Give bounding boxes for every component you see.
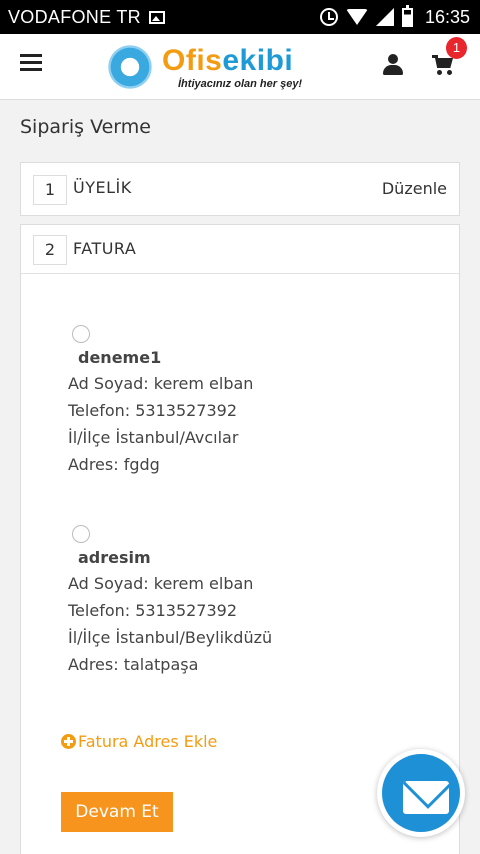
status-bar: VODAFONE TR 16:35 [0, 0, 480, 34]
logo-mark-icon [104, 44, 156, 90]
address-city: İl/İlçe İstanbul/Avcılar [68, 428, 239, 447]
plus-circle-icon [61, 734, 76, 749]
address-phone: Telefon: 5313527392 [68, 401, 238, 420]
address-city: İl/İlçe İstanbul/Beylikdüzü [68, 628, 273, 647]
menu-icon[interactable] [20, 54, 42, 72]
address-full-name: Ad Soyad: kerem elban [68, 374, 254, 393]
address-option[interactable]: adresim Ad Soyad: kerem elban Telefon: 5… [68, 525, 428, 675]
brand-logo[interactable]: Ofisekibi İhtiyacınız olan her şey! [104, 42, 324, 94]
alarm-icon [319, 8, 338, 26]
mail-button[interactable] [377, 749, 465, 837]
user-icon[interactable] [382, 54, 404, 76]
step-number: 1 [33, 175, 67, 205]
address-name: deneme1 [78, 348, 162, 367]
address-detail: Adres: fgdg [68, 455, 160, 474]
status-time: 16:35 [424, 6, 470, 27]
address-radio[interactable] [72, 525, 90, 543]
add-address-label: Fatura Adres Ekle [78, 732, 218, 751]
carrier-name: VODAFONE TR [8, 6, 141, 27]
address-detail: Adres: talatpaşa [68, 655, 199, 674]
cart-count-badge: 1 [446, 37, 467, 59]
step-label: ÜYELİK [73, 178, 132, 197]
address-radio[interactable] [72, 325, 90, 343]
divider [21, 273, 459, 274]
step-membership: 1 ÜYELİK Düzenle [20, 162, 460, 216]
address-option[interactable]: deneme1 Ad Soyad: kerem elban Telefon: 5… [68, 325, 428, 475]
image-notification-icon [148, 10, 165, 24]
address-full-name: Ad Soyad: kerem elban [68, 574, 254, 593]
app-header: Ofisekibi İhtiyacınız olan her şey! [0, 34, 480, 100]
signal-icon [375, 8, 394, 26]
logo-text: Ofisekibi [162, 44, 294, 77]
logo-tagline: İhtiyacınız olan her şey! [178, 78, 303, 90]
battery-icon [401, 4, 413, 27]
step-label: FATURA [73, 239, 137, 258]
status-icons: 16:35 [319, 4, 470, 28]
address-name: adresim [78, 548, 151, 567]
envelope-icon [403, 781, 449, 814]
continue-button[interactable]: Devam Et [61, 792, 173, 832]
page-title: Sipariş Verme [20, 116, 151, 138]
step-number: 2 [33, 235, 67, 265]
wifi-icon [345, 9, 368, 25]
add-invoice-address-link[interactable]: Fatura Adres Ekle [61, 732, 217, 751]
address-phone: Telefon: 5313527392 [68, 601, 238, 620]
edit-link[interactable]: Düzenle [382, 179, 447, 198]
